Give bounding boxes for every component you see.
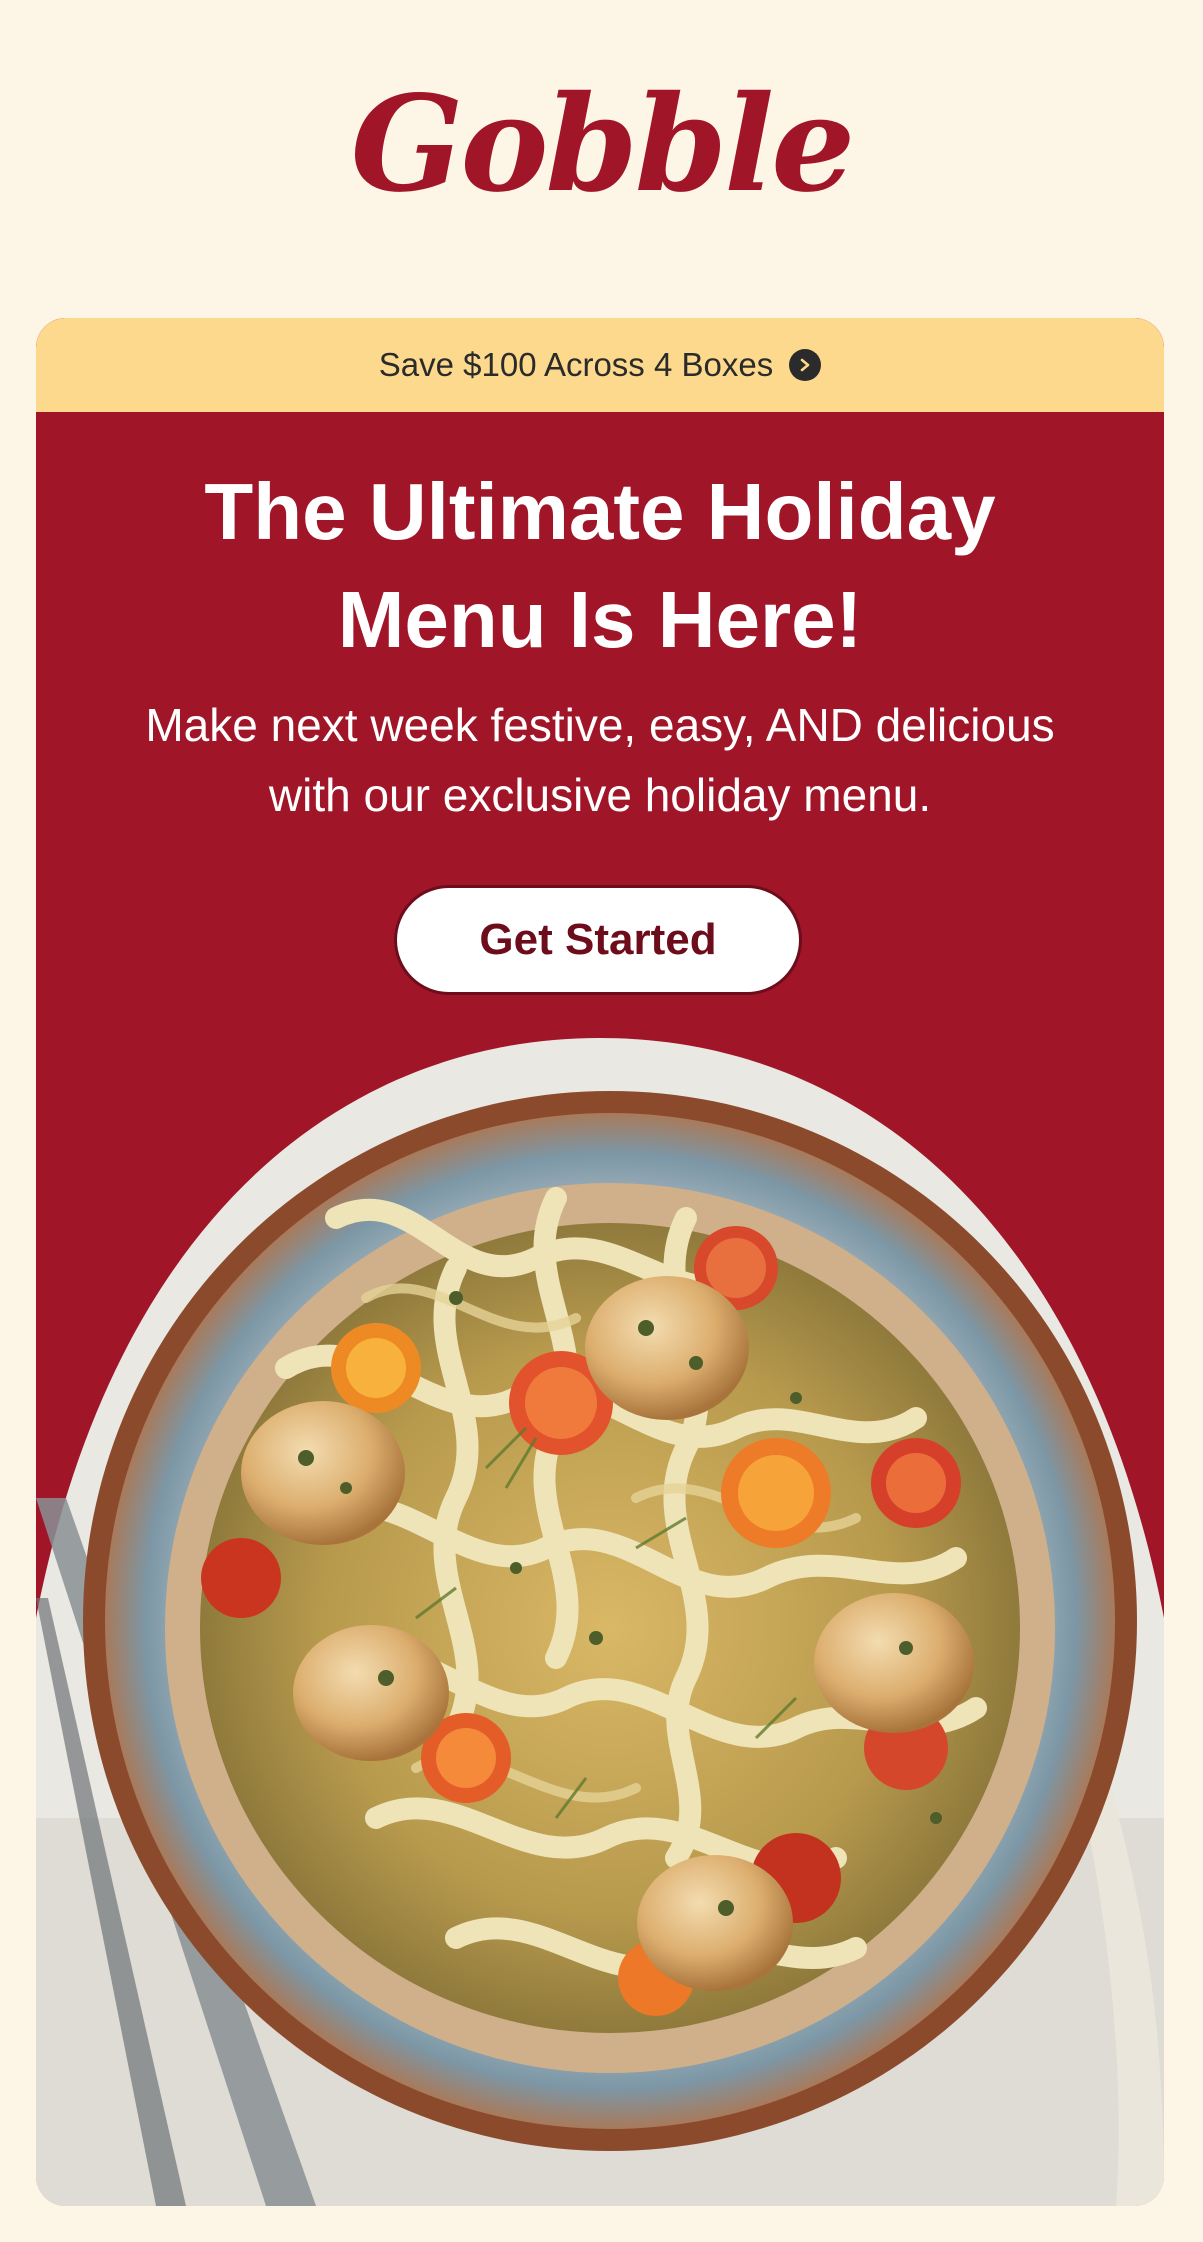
hero-subtitle: Make next week festive, easy, AND delici… — [36, 690, 1164, 830]
hero-title: The Ultimate Holiday Menu Is Here! — [36, 458, 1164, 674]
hero-title-line: Menu Is Here! — [337, 575, 863, 664]
chevron-right-circle-icon — [789, 349, 822, 381]
hero-title-line: The Ultimate Holiday — [204, 467, 996, 556]
hero-card: Save $100 Across 4 Boxes The Ultimate Ho… — [36, 318, 1164, 2206]
hero-subtitle-line: with our exclusive holiday menu. — [268, 769, 932, 821]
promo-text: Save $100 Across 4 Boxes — [378, 346, 774, 383]
get-started-button[interactable]: Get Started — [394, 885, 802, 995]
promo-banner[interactable]: Save $100 Across 4 Boxes — [36, 318, 1164, 412]
gobble-logo[interactable]: Gobble — [0, 70, 1203, 220]
hero-subtitle-line: Make next week festive, easy, AND delici… — [145, 699, 1055, 751]
